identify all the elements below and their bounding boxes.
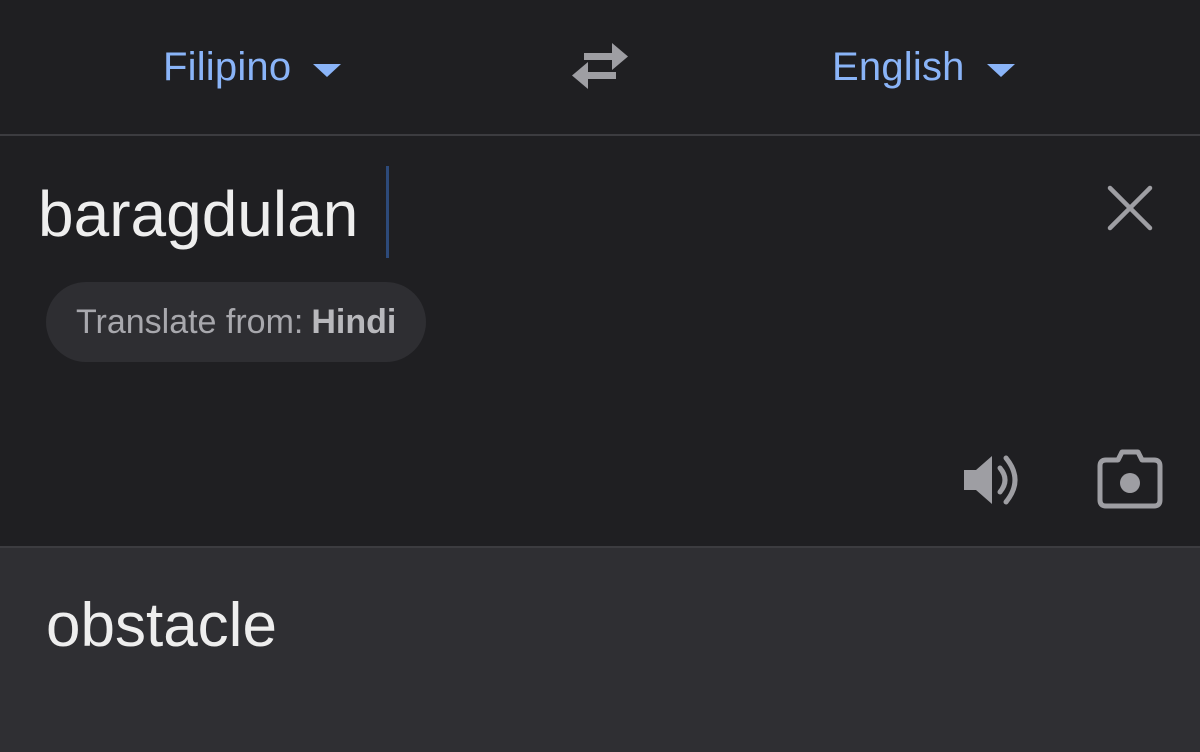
caret-down-icon [313, 63, 342, 77]
close-icon [1107, 185, 1153, 231]
swap-languages-button[interactable] [568, 38, 632, 94]
source-text-input[interactable]: baragdulan [38, 174, 358, 254]
text-cursor [386, 166, 389, 258]
input-panel[interactable]: baragdulan Translate from: Hindi [0, 136, 1200, 546]
detected-language-name: Hindi [311, 302, 397, 341]
clear-input-button[interactable] [1104, 182, 1156, 234]
camera-icon [1097, 449, 1163, 509]
translate-app: Filipino English baragdulan Translate fr… [0, 0, 1200, 752]
detected-language-prefix: Translate from: [76, 302, 304, 341]
caret-down-icon [986, 63, 1015, 77]
target-language-label: English [832, 44, 965, 89]
speaker-icon [964, 455, 1018, 505]
camera-button[interactable] [1096, 448, 1164, 512]
source-language-label: Filipino [163, 44, 292, 89]
source-language-selector[interactable]: Filipino [163, 38, 342, 96]
translation-output: obstacle [46, 591, 277, 660]
target-language-selector[interactable]: English [832, 38, 1015, 96]
language-bar: Filipino English [0, 0, 1200, 134]
swap-languages-icon [572, 43, 628, 89]
detected-language-chip[interactable]: Translate from: Hindi [46, 282, 427, 362]
listen-button[interactable] [960, 448, 1024, 512]
translation-panel[interactable]: obstacle [0, 548, 1200, 752]
